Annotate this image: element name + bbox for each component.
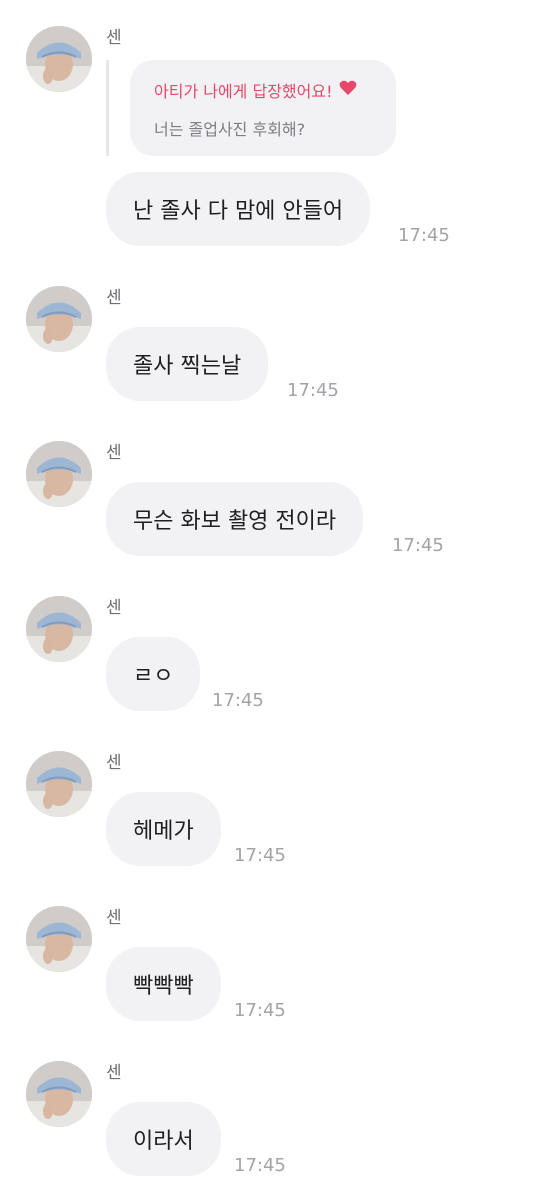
sender-name: 센: [106, 28, 122, 48]
reply-indicator-line: [106, 60, 109, 156]
message-text: 졸사 찍는날: [133, 354, 242, 379]
sender-name: 센: [106, 598, 122, 618]
avatar[interactable]: [26, 596, 92, 662]
message-bubble[interactable]: 졸사 찍는날: [106, 327, 269, 401]
avatar[interactable]: [26, 751, 92, 817]
reply-card[interactable]: 아티가 나에게 답장했어요! 너는 졸업사진 후회해?: [130, 60, 396, 156]
avatar[interactable]: [26, 286, 92, 352]
reply-quoted-text: 너는 졸업사진 후회해?: [154, 120, 306, 139]
reply-header: 아티가 나에게 답장했어요!: [154, 78, 372, 102]
message-text: 이라서: [133, 1129, 194, 1154]
message-bubble[interactable]: 난 졸사 다 맘에 안들어: [106, 172, 371, 246]
message-time: 17:45: [398, 225, 450, 246]
message-bubble[interactable]: 빡빡빡: [106, 947, 221, 1021]
message-time: 17:45: [287, 380, 339, 401]
sender-name: 센: [106, 288, 122, 308]
message-time: 17:45: [234, 1155, 286, 1176]
message-text: 헤메가: [133, 819, 194, 844]
message-text: ㄹㅇ: [133, 664, 174, 689]
message-bubble[interactable]: 이라서: [106, 1102, 221, 1176]
avatar[interactable]: [26, 441, 92, 507]
message-time: 17:45: [212, 690, 264, 711]
avatar[interactable]: [26, 26, 92, 92]
message-bubble[interactable]: ㄹㅇ: [106, 637, 201, 711]
sender-name: 센: [106, 753, 122, 773]
message-bubble[interactable]: 무슨 화보 촬영 전이라: [106, 482, 364, 556]
avatar[interactable]: [26, 1061, 92, 1127]
message-time: 17:45: [392, 535, 444, 556]
message-time: 17:45: [234, 845, 286, 866]
sender-name: 센: [106, 443, 122, 463]
sender-name: 센: [106, 1063, 122, 1083]
message-time: 17:45: [234, 1000, 286, 1021]
message-text: 난 졸사 다 맘에 안들어: [133, 199, 344, 224]
message-bubble[interactable]: 헤메가: [106, 792, 221, 866]
reply-header-text: 아티가 나에게 답장했어요!: [154, 82, 333, 101]
message-text: 빡빡빡: [133, 974, 194, 999]
sender-name: 센: [106, 908, 122, 928]
heart-icon: [339, 80, 357, 100]
message-text: 무슨 화보 촬영 전이라: [133, 509, 337, 534]
avatar[interactable]: [26, 906, 92, 972]
